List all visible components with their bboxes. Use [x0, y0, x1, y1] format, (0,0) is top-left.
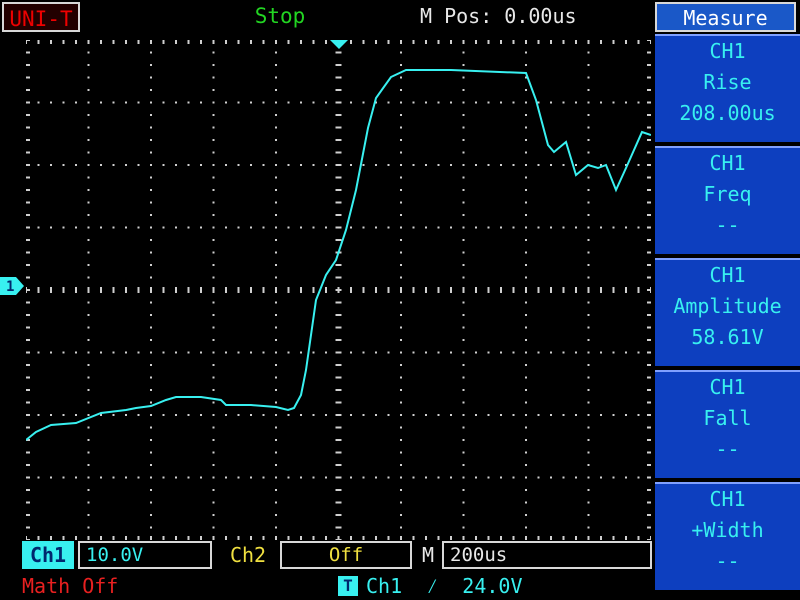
- slot-5-value: --: [715, 549, 740, 573]
- trigger-badge: T: [338, 576, 358, 596]
- slot-1-value: 208.00us: [679, 101, 776, 125]
- timebase-label: M: [422, 543, 435, 567]
- brand-badge: UNI-T: [2, 2, 80, 32]
- measure-slot-2[interactable]: CH1 Freq --: [655, 146, 800, 254]
- timebase-value[interactable]: 200us: [442, 541, 652, 569]
- slot-2-source: CH1: [709, 151, 746, 175]
- slot-3-value: 58.61V: [691, 325, 764, 349]
- ch2-label[interactable]: Ch2: [222, 541, 274, 569]
- slot-3-source: CH1: [709, 263, 746, 287]
- slot-2-type: Freq: [703, 182, 752, 206]
- measure-slot-3[interactable]: CH1 Amplitude 58.61V: [655, 258, 800, 366]
- measure-menu-title[interactable]: Measure: [655, 2, 796, 32]
- ch1-label[interactable]: Ch1: [22, 541, 74, 569]
- slot-1-source: CH1: [709, 39, 746, 63]
- slot-1-type: Rise: [703, 70, 752, 94]
- math-status: Math Off: [22, 574, 119, 598]
- slot-2-value: --: [715, 213, 740, 237]
- slot-5-type: +Width: [691, 518, 764, 542]
- slot-5-source: CH1: [709, 487, 746, 511]
- slot-4-source: CH1: [709, 375, 746, 399]
- horizontal-position-readout: M Pos: 0.00us: [420, 4, 577, 28]
- ch2-state[interactable]: Off: [280, 541, 412, 569]
- ch1-level-marker[interactable]: 1: [0, 277, 24, 295]
- measure-slot-5[interactable]: CH1 +Width --: [655, 482, 800, 590]
- ch1-marker-label: 1: [6, 279, 14, 295]
- slot-4-type: Fall: [703, 406, 752, 430]
- waveform-display: [26, 40, 651, 540]
- measure-slot-1[interactable]: CH1 Rise 208.00us: [655, 34, 800, 142]
- slot-4-value: --: [715, 437, 740, 461]
- acquisition-status: Stop: [254, 4, 306, 28]
- measure-slot-4[interactable]: CH1 Fall --: [655, 370, 800, 478]
- slot-3-type: Amplitude: [673, 294, 782, 318]
- ch1-volts-per-div[interactable]: 10.0V: [78, 541, 212, 569]
- trigger-readout: Ch1 ⁄ 24.0V: [366, 574, 523, 598]
